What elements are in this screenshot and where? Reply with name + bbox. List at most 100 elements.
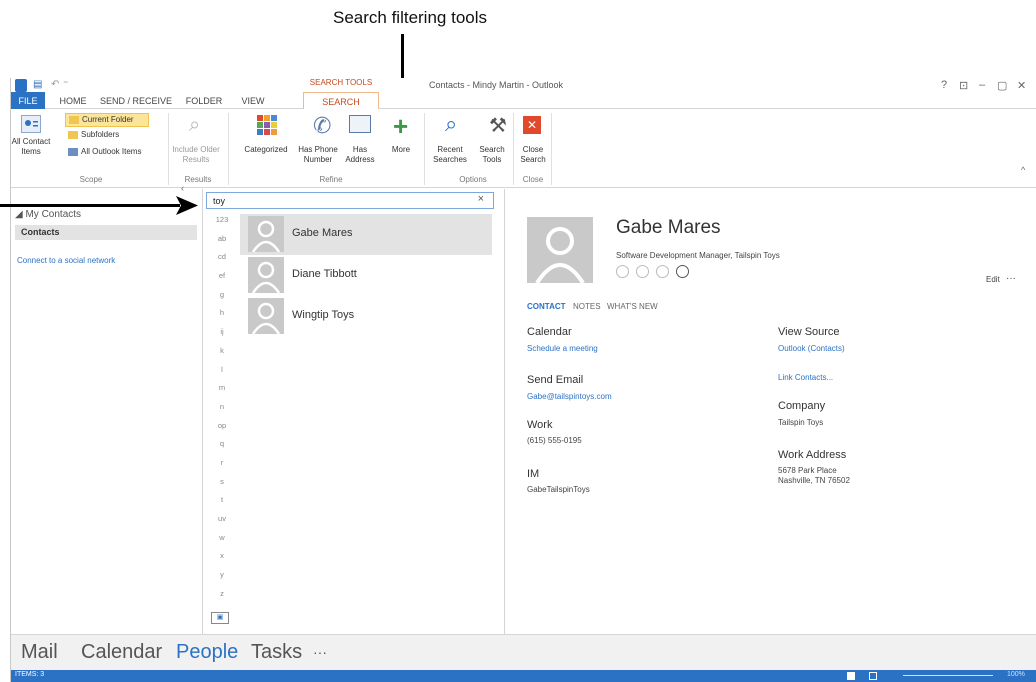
alpha-index-item[interactable]: q	[211, 439, 233, 458]
outlook-window: ▤ ↶ ⁼ SEARCH TOOLS Contacts - Mindy Mart…	[10, 78, 1036, 682]
alpha-index-item[interactable]: op	[211, 421, 233, 440]
separator	[424, 113, 425, 185]
all-outlook-items-button[interactable]: All Outlook Items	[65, 146, 161, 160]
all-contact-items-button[interactable]: All Contact Items	[11, 137, 51, 157]
close-icon[interactable]: ✕	[1017, 79, 1026, 92]
qat-customize-icon[interactable]: ⁼	[63, 79, 68, 92]
clear-search-icon[interactable]: ×	[478, 193, 484, 205]
categorized-icon	[257, 115, 277, 135]
normal-view-icon[interactable]	[847, 672, 855, 680]
contact-list-pane: ‹ × 123abcdefghijklmnopqrstuvwxyz ▣ Gabe…	[181, 183, 505, 634]
close-search-button[interactable]: Close Search	[517, 145, 549, 165]
tab-view[interactable]: VIEW	[233, 92, 273, 109]
work-address-line2[interactable]: Nashville, TN 76502	[778, 476, 850, 485]
alpha-index-item[interactable]: y	[211, 570, 233, 589]
nav-calendar[interactable]: Calendar	[81, 641, 162, 664]
current-folder-button[interactable]: Current Folder	[65, 113, 149, 127]
edit-button[interactable]: Edit	[986, 275, 1000, 284]
zoom-slider[interactable]	[903, 675, 993, 676]
alpha-index-item[interactable]: s	[211, 477, 233, 496]
tab-notes[interactable]: NOTES	[573, 302, 601, 311]
alpha-index-item[interactable]: x	[211, 551, 233, 570]
more-options-icon[interactable]: ···	[1006, 273, 1016, 284]
categorized-button[interactable]: Categorized	[237, 145, 295, 155]
alphabet-index: 123 ab cd ef g h ij k l m n op q r s t uv w x y z	[211, 215, 233, 607]
send-receive-qat-icon[interactable]: ▤	[33, 79, 42, 92]
im-address[interactable]: GabeTailspinToys	[527, 485, 590, 494]
my-contacts-header[interactable]: ◢ My Contacts	[15, 209, 81, 220]
schedule-meeting-link[interactable]: Schedule a meeting	[527, 344, 598, 353]
alpha-index-item[interactable]: r	[211, 458, 233, 477]
tab-folder[interactable]: FOLDER	[181, 92, 227, 109]
alpha-index-item[interactable]: m	[211, 383, 233, 402]
call-icon[interactable]	[636, 265, 649, 278]
all-outlook-items-label: All Outlook Items	[81, 147, 142, 156]
undo-icon[interactable]: ↶	[51, 79, 59, 92]
alpha-index-item[interactable]: ef	[211, 271, 233, 290]
alpha-index-item[interactable]: w	[211, 533, 233, 552]
contact-list-item[interactable]: Gabe Mares	[240, 214, 492, 255]
alpha-index-item[interactable]: l	[211, 365, 233, 384]
ribbon-display-icon[interactable]: ⊡	[959, 79, 968, 92]
collapse-ribbon-icon[interactable]: ^	[1021, 165, 1025, 175]
maximize-icon[interactable]: ▢	[997, 79, 1007, 92]
nav-more-icon[interactable]: ···	[313, 644, 327, 660]
has-address-button[interactable]: Has Address	[341, 145, 379, 165]
tab-whats-new[interactable]: WHAT'S NEW	[607, 302, 658, 311]
close-group-label: Close	[522, 175, 544, 184]
view-source-link[interactable]: Outlook (Contacts)	[778, 344, 845, 353]
nav-people[interactable]: People	[176, 641, 238, 664]
recent-searches-button[interactable]: Recent Searches	[429, 145, 471, 165]
alpha-index-item[interactable]: uv	[211, 514, 233, 533]
alpha-index-item[interactable]: t	[211, 495, 233, 514]
include-older-results-icon: ⌕	[189, 114, 201, 136]
subfolders-button[interactable]: Subfolders	[65, 129, 149, 143]
contact-avatar	[248, 216, 284, 252]
video-icon[interactable]	[656, 265, 669, 278]
has-phone-number-button[interactable]: Has Phone Number	[293, 145, 343, 165]
contact-list-item[interactable]: Diane Tibbott	[240, 255, 492, 296]
nav-tasks[interactable]: Tasks	[251, 641, 302, 664]
more-button[interactable]: More	[383, 145, 419, 155]
email-icon[interactable]	[676, 265, 689, 278]
search-arrow-line	[0, 204, 180, 207]
connect-social-network-link[interactable]: Connect to a social network	[17, 256, 115, 265]
include-older-results-button[interactable]: Include Older Results	[171, 145, 221, 165]
tab-search[interactable]: SEARCH	[303, 92, 379, 110]
contact-avatar	[248, 298, 284, 334]
work-address-line1[interactable]: 5678 Park Place	[778, 466, 837, 475]
search-ribbon: All Contact Items Current Folder Subfold…	[11, 109, 1036, 188]
contact-list-item[interactable]: Wingtip Toys	[240, 296, 492, 337]
tab-send-receive[interactable]: SEND / RECEIVE	[97, 92, 175, 109]
alpha-index-item[interactable]: z	[211, 589, 233, 608]
close-search-icon: ✕	[523, 116, 541, 134]
im-icon[interactable]	[616, 265, 629, 278]
help-icon[interactable]: ?	[941, 79, 947, 91]
alpha-index-item[interactable]: n	[211, 402, 233, 421]
tab-home[interactable]: HOME	[53, 92, 93, 109]
minimize-icon[interactable]: –	[979, 79, 985, 91]
contacts-folder[interactable]: Contacts	[15, 225, 197, 240]
alpha-index-item[interactable]: ij	[211, 327, 233, 346]
tab-contact[interactable]: CONTACT	[527, 302, 566, 311]
link-contacts-link[interactable]: Link Contacts...	[778, 373, 833, 382]
tab-file[interactable]: FILE	[11, 92, 45, 109]
search-input[interactable]	[207, 193, 467, 208]
alpha-index-item[interactable]: cd	[211, 252, 233, 271]
zoom-level[interactable]: 100%	[1007, 671, 1025, 678]
alpha-index-item[interactable]: ab	[211, 234, 233, 253]
alpha-index-item[interactable]: h	[211, 308, 233, 327]
contact-list-name: Gabe Mares	[292, 227, 353, 239]
search-tools-button[interactable]: Search Tools	[473, 145, 511, 165]
search-box[interactable]: ×	[206, 192, 494, 209]
email-link[interactable]: Gabe@tailspintoys.com	[527, 392, 612, 401]
alpha-index-item[interactable]: k	[211, 346, 233, 365]
work-phone[interactable]: (615) 555-0195	[527, 436, 582, 445]
alpha-index-item[interactable]: g	[211, 290, 233, 309]
contact-list-name: Wingtip Toys	[292, 309, 355, 321]
alpha-index-item[interactable]: 123	[211, 215, 233, 234]
contact-card-view-icon[interactable]: ▣	[211, 612, 229, 624]
collapse-pane-icon[interactable]: ‹	[181, 183, 184, 193]
reading-view-icon[interactable]	[869, 672, 877, 680]
nav-mail[interactable]: Mail	[21, 641, 58, 664]
